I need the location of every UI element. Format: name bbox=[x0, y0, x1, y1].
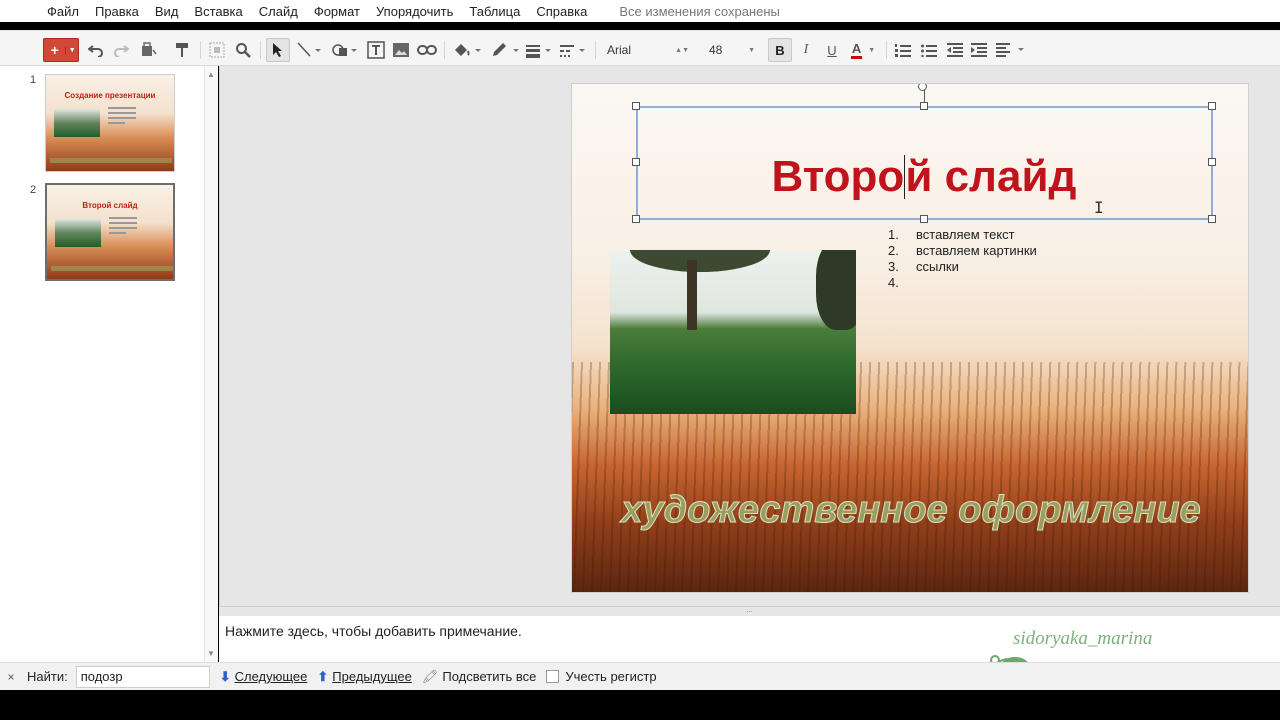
numbered-list-icon[interactable] bbox=[892, 38, 914, 62]
scroll-up-icon[interactable]: ▲ bbox=[207, 70, 215, 79]
slide-canvas[interactable]: Второ й слайд I 1. вставляем текст 2. встав… bbox=[571, 83, 1249, 593]
menu-help[interactable]: Справка bbox=[528, 4, 595, 19]
resize-handle-n[interactable] bbox=[920, 102, 928, 110]
thumb-list bbox=[108, 107, 136, 127]
resize-handle-se[interactable] bbox=[1208, 215, 1216, 223]
arrow-up-icon: ⬆ bbox=[317, 668, 329, 684]
screen-bottom-bar bbox=[0, 690, 1280, 720]
highlight-all-button[interactable]: 🖍 Подсветить все bbox=[422, 669, 537, 685]
slides-panel: 1 Создание презентации 2 Второй слайд bbox=[0, 66, 218, 662]
textbox-icon[interactable] bbox=[365, 38, 387, 62]
highlighter-icon: 🖍 bbox=[421, 668, 439, 684]
slides-panel-scrollbar[interactable]: ▲ ▼ bbox=[204, 66, 218, 662]
find-input[interactable] bbox=[75, 665, 210, 688]
menu-file[interactable]: Файл bbox=[39, 4, 87, 19]
redo-icon[interactable] bbox=[111, 38, 131, 62]
menu-bar: Файл Правка Вид Вставка Слайд Формат Упо… bbox=[0, 0, 1280, 22]
menu-table[interactable]: Таблица bbox=[461, 4, 528, 19]
thumb-wordart bbox=[50, 158, 172, 163]
rotate-handle[interactable] bbox=[918, 84, 927, 91]
image-icon[interactable] bbox=[390, 38, 412, 62]
arrow-down-icon: ⬇ bbox=[219, 668, 231, 684]
border-weight-icon[interactable] bbox=[524, 38, 554, 62]
menu-slide[interactable]: Слайд bbox=[251, 4, 306, 19]
list-item: 3. ссылки bbox=[888, 259, 959, 274]
resize-handle-w[interactable] bbox=[632, 158, 640, 166]
resize-handle-e[interactable] bbox=[1208, 158, 1216, 166]
slide-photo[interactable] bbox=[610, 250, 856, 414]
menu-insert[interactable]: Вставка bbox=[186, 4, 250, 19]
font-select[interactable]: Arial ▲▼ bbox=[601, 38, 695, 62]
slide-wordart[interactable]: художественное оформление bbox=[572, 489, 1248, 532]
resize-handle-ne[interactable] bbox=[1208, 102, 1216, 110]
slide-thumb-1[interactable]: Создание презентации bbox=[45, 74, 175, 172]
menu-format[interactable]: Формат bbox=[306, 4, 368, 19]
thumb-wordart bbox=[51, 266, 173, 271]
thumb-list bbox=[109, 217, 137, 237]
menu-view[interactable]: Вид bbox=[147, 4, 187, 19]
chevron-down-icon[interactable]: ▼ bbox=[65, 46, 78, 54]
decrease-indent-icon[interactable] bbox=[944, 38, 966, 62]
shape-icon[interactable] bbox=[328, 38, 360, 62]
slide-thumb-number: 1 bbox=[30, 74, 37, 86]
match-case-label: Учесть регистр bbox=[565, 669, 657, 684]
save-status: Все изменения сохранены bbox=[619, 3, 780, 19]
find-next-button[interactable]: ⬇ Следующее bbox=[220, 669, 308, 685]
text-cursor-icon: I bbox=[1094, 198, 1104, 217]
border-dash-icon[interactable] bbox=[558, 38, 588, 62]
list-item: 2. вставляем картинки bbox=[888, 243, 1037, 258]
link-icon[interactable] bbox=[415, 38, 439, 62]
find-bar: × Найти: ⬇ Следующее ⬆ Предыдущее 🖍 Подс… bbox=[0, 662, 1280, 690]
resize-handle-s[interactable] bbox=[920, 215, 928, 223]
chevron-down-icon: ▼ bbox=[868, 46, 876, 54]
watermark-text: sidoryaka_marina bbox=[1013, 628, 1153, 649]
find-label: Найти: bbox=[27, 669, 68, 684]
bulleted-list-icon[interactable] bbox=[918, 38, 940, 62]
list-item: 4. bbox=[888, 275, 899, 290]
border-color-icon[interactable] bbox=[488, 38, 522, 62]
align-icon[interactable] bbox=[994, 38, 1028, 62]
toolbar: + ▼ Arial ▲▼ 48 ▼ B I U A ▼ bbox=[0, 30, 1280, 66]
close-icon[interactable]: × bbox=[0, 670, 22, 684]
paint-bucket-icon[interactable] bbox=[136, 38, 160, 62]
line-icon[interactable] bbox=[294, 38, 324, 62]
font-size-value: 48 bbox=[709, 43, 723, 57]
paint-format-icon[interactable] bbox=[172, 38, 192, 62]
chevron-down-icon: ▼ bbox=[748, 46, 755, 54]
resize-handle-sw[interactable] bbox=[632, 215, 640, 223]
undo-icon[interactable] bbox=[86, 38, 106, 62]
menu-edit[interactable]: Правка bbox=[87, 4, 147, 19]
notes-resize-handle[interactable]: ... bbox=[219, 606, 1280, 616]
thumb-title: Создание презентации bbox=[64, 91, 156, 100]
new-slide-label: + bbox=[50, 42, 59, 58]
fill-color-icon[interactable] bbox=[450, 38, 484, 62]
selection-box bbox=[636, 90, 1213, 220]
zoom-fit-icon[interactable] bbox=[206, 38, 228, 62]
font-size-select[interactable]: 48 ▼ bbox=[703, 38, 761, 62]
slide-thumb-2[interactable]: Второй слайд bbox=[45, 183, 175, 281]
find-prev-button[interactable]: ⬆ Предыдущее bbox=[317, 669, 411, 685]
new-slide-button[interactable]: + ▼ bbox=[43, 38, 79, 62]
thumb-image bbox=[54, 109, 100, 137]
text-color-button[interactable]: A ▼ bbox=[845, 38, 881, 62]
underline-button[interactable]: U bbox=[822, 38, 842, 62]
slide-numbered-list[interactable]: 1. вставляем текст 2. вставляем картинки 3… bbox=[888, 227, 1037, 291]
thumb-image bbox=[55, 219, 101, 247]
bold-button[interactable]: B bbox=[768, 38, 792, 62]
list-item: 1. вставляем текст bbox=[888, 227, 1015, 242]
scroll-down-icon[interactable]: ▼ bbox=[207, 649, 215, 658]
zoom-icon[interactable] bbox=[232, 38, 254, 62]
font-select-value: Arial bbox=[607, 43, 632, 57]
italic-button[interactable]: I bbox=[796, 38, 816, 62]
select-icon[interactable] bbox=[266, 38, 290, 62]
slide-thumb-number: 2 bbox=[30, 184, 37, 196]
match-case-checkbox[interactable] bbox=[546, 670, 560, 683]
increase-indent-icon[interactable] bbox=[968, 38, 990, 62]
resize-handle-nw[interactable] bbox=[632, 102, 640, 110]
menu-arrange[interactable]: Упорядочить bbox=[368, 4, 461, 19]
updown-icon: ▲▼ bbox=[675, 46, 689, 54]
thumb-title: Второй слайд bbox=[82, 201, 138, 210]
text-color-label: A bbox=[850, 41, 863, 59]
